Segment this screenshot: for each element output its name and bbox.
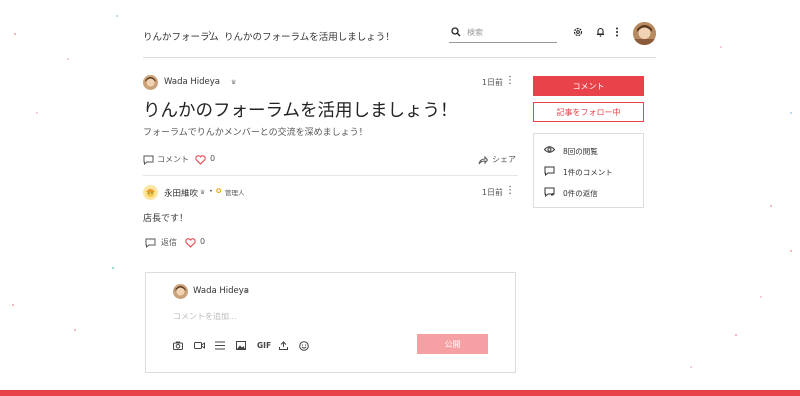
search-placeholder: 検索 <box>467 28 483 37</box>
reply-icon <box>544 187 555 197</box>
composer-toolbar: GIF <box>173 341 343 353</box>
comment-text: 店長です！ <box>143 214 189 224</box>
star-icon: ✪ <box>216 187 222 195</box>
comments-count: 1件のコメント <box>563 168 613 177</box>
comment-like-count: 0 <box>200 237 206 246</box>
share-icon[interactable] <box>478 155 488 165</box>
header-divider <box>143 57 656 58</box>
follow-button[interactable]: 記事をフォロー中 <box>533 102 644 122</box>
post-comment-button[interactable]: コメント <box>157 154 189 165</box>
publish-button[interactable]: 公開 <box>417 334 488 354</box>
post-actions: コメント 0 シェア <box>143 153 518 167</box>
more-vertical-icon[interactable] <box>615 27 619 37</box>
avatar[interactable] <box>143 75 158 90</box>
bell-icon[interactable] <box>596 27 605 37</box>
stats-panel: 8回の閲覧 1件のコメント 0件の返信 <box>533 133 644 208</box>
camera-icon[interactable] <box>173 341 183 350</box>
search-icon <box>451 27 461 37</box>
post-divider <box>143 175 518 176</box>
post-author-row: Wada Hideya ♛ 1日前 ⋮ <box>143 75 518 91</box>
post-like-count: 0 <box>210 154 216 163</box>
comment-time: 1日前 <box>481 188 503 197</box>
reply-icon[interactable] <box>145 238 156 248</box>
crown-icon: ♛ <box>244 288 250 295</box>
page-title: りんかのフォーラムを活用しましょう！ <box>143 101 458 121</box>
breadcrumb-separator-icon: › <box>208 28 212 39</box>
composer-author-name: Wada Hideya <box>193 286 249 296</box>
comment-author-name[interactable]: 永田維吹 <box>164 187 198 199</box>
emoji-icon[interactable] <box>299 341 309 351</box>
search-input[interactable]: 検索 <box>449 24 557 43</box>
gear-icon[interactable] <box>573 27 583 37</box>
role-separator: • <box>209 187 213 195</box>
comment-icon <box>544 166 555 176</box>
comment-actions: 返信 0 <box>143 236 343 250</box>
replies-count: 0件の返信 <box>563 189 598 198</box>
comment-button[interactable]: コメント <box>533 76 644 96</box>
avatar <box>173 284 188 299</box>
share-button[interactable]: シェア <box>492 154 516 165</box>
upload-icon[interactable] <box>279 341 288 350</box>
stat-replies: 0件の返信 <box>534 186 643 200</box>
gif-icon[interactable]: GIF <box>257 341 271 350</box>
stat-views: 8回の閲覧 <box>534 144 643 158</box>
image-icon[interactable] <box>236 341 246 350</box>
avatar[interactable] <box>143 185 158 200</box>
reply-button[interactable]: 返信 <box>161 237 177 248</box>
crown-icon: ♛ <box>200 189 206 196</box>
header: りんかフォーラム › りんかのフォーラムを活用しましょう！ 検索 <box>143 22 656 48</box>
comment-composer: Wada Hideya ♛ コメントを追加... GIF 公開 <box>145 272 516 373</box>
divider-icon[interactable] <box>215 341 225 350</box>
comment-author-row: 永田維吹 ♛ • ✪ 管理人 1日前 ⋮ <box>143 185 518 201</box>
comment-more-icon[interactable]: ⋮ <box>505 186 515 196</box>
comment-icon[interactable] <box>143 155 154 165</box>
post-more-icon[interactable]: ⋮ <box>505 76 515 86</box>
avatar[interactable] <box>633 22 656 45</box>
eye-icon <box>544 146 555 153</box>
role-badge: 管理人 <box>225 189 245 197</box>
post-author-name[interactable]: Wada Hideya <box>164 77 220 87</box>
comment-input[interactable]: コメントを追加... <box>173 311 237 322</box>
views-count: 8回の閲覧 <box>563 147 598 156</box>
bottom-accent-bar <box>0 390 800 396</box>
video-icon[interactable] <box>194 341 205 350</box>
crown-icon: ♛ <box>231 79 237 86</box>
stat-comments: 1件のコメント <box>534 165 643 179</box>
post-subtitle: フォーラムでりんかメンバーとの交流を深めましょう！ <box>143 128 368 138</box>
breadcrumb-current: りんかのフォーラムを活用しましょう！ <box>224 32 395 43</box>
heart-icon[interactable] <box>195 155 206 165</box>
post-time: 1日前 <box>481 78 503 87</box>
heart-icon[interactable] <box>185 238 196 248</box>
